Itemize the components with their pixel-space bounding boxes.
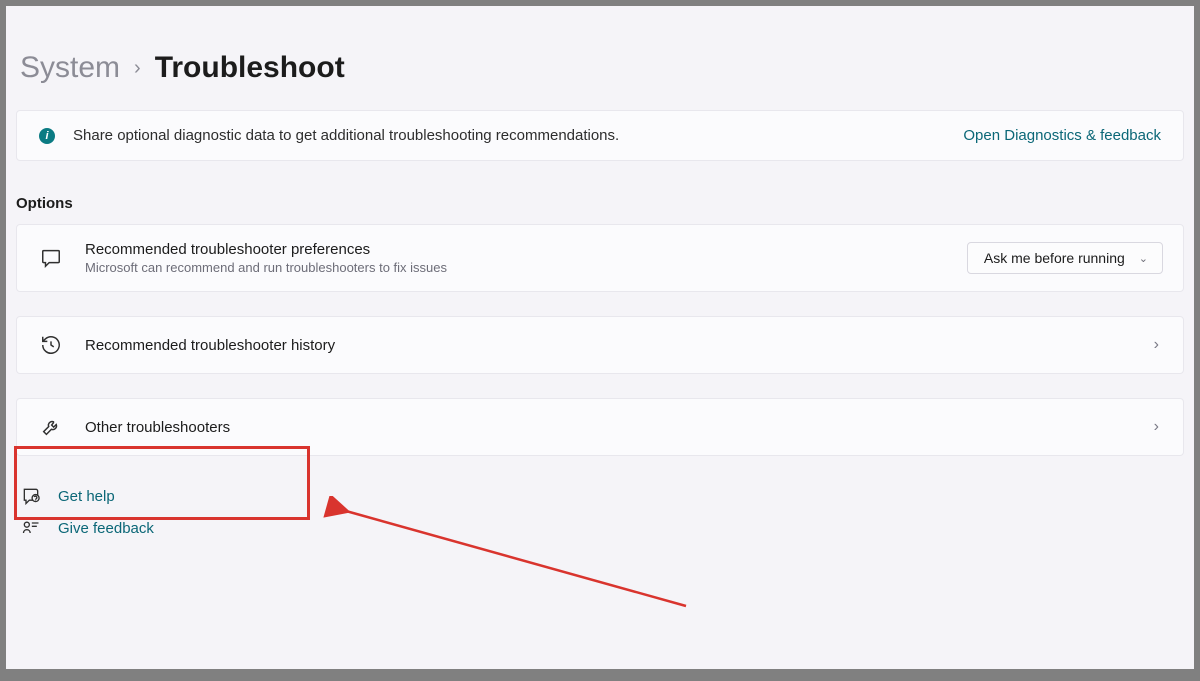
row-troubleshooter-preferences: Recommended troubleshooter preferences M… [16,224,1184,292]
chevron-right-icon: › [1154,336,1163,354]
row-text: Recommended troubleshooter preferences M… [85,241,945,275]
chevron-down-icon: ⌄ [1139,252,1148,265]
diagnostics-banner: i Share optional diagnostic data to get … [16,110,1184,161]
info-icon: i [39,128,55,144]
footer-links: Get help Give feedback [16,486,1184,538]
chevron-right-icon: › [134,57,141,80]
banner-text: Share optional diagnostic data to get ad… [73,127,945,144]
get-help-link[interactable]: Get help [20,486,1184,506]
row-other-troubleshooters[interactable]: Other troubleshooters › [16,398,1184,456]
footer-link-label: Give feedback [58,520,154,537]
settings-window: System › Troubleshoot i Share optional d… [6,6,1194,669]
row-title: Recommended troubleshooter preferences [85,241,945,258]
footer-link-label: Get help [58,488,115,505]
chevron-right-icon: › [1154,418,1163,436]
row-title: Other troubleshooters [85,419,1132,436]
dropdown-value: Ask me before running [984,250,1125,266]
row-text: Other troubleshooters [85,419,1132,436]
options-section-label: Options [16,195,1184,212]
breadcrumb: System › Troubleshoot [16,16,1184,110]
row-text: Recommended troubleshooter history [85,337,1132,354]
row-troubleshooter-history[interactable]: Recommended troubleshooter history › [16,316,1184,374]
row-title: Recommended troubleshooter history [85,337,1132,354]
breadcrumb-parent[interactable]: System [20,51,120,85]
feedback-icon [20,518,42,538]
content-area: System › Troubleshoot i Share optional d… [6,6,1194,538]
history-icon [39,333,63,357]
row-subtitle: Microsoft can recommend and run troubles… [85,260,945,275]
wrench-icon [39,415,63,439]
speech-bubble-icon [39,246,63,270]
page-title: Troubleshoot [155,51,345,85]
preferences-dropdown[interactable]: Ask me before running ⌄ [967,242,1163,274]
help-icon [20,486,42,506]
open-diagnostics-link[interactable]: Open Diagnostics & feedback [963,127,1161,144]
give-feedback-link[interactable]: Give feedback [20,518,1184,538]
